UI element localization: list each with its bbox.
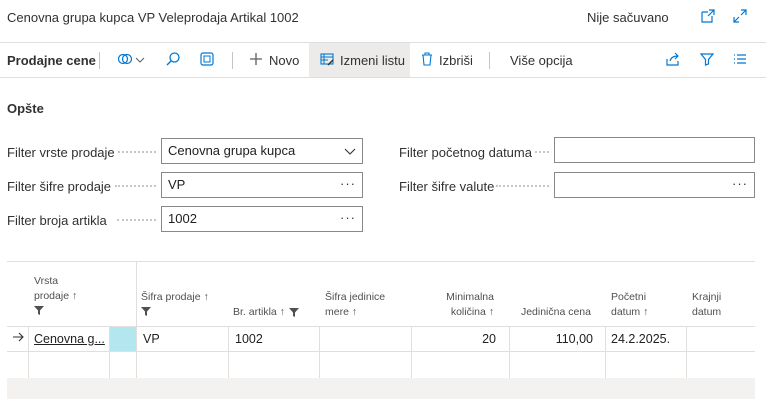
sales-type-filter-value: Cenovna grupa kupca	[168, 143, 296, 158]
more-options-button[interactable]: Više opcija	[510, 43, 573, 77]
save-status: Nije sačuvano	[587, 10, 669, 25]
cell-unit-price[interactable]: 110,00	[511, 332, 593, 346]
filter-icon	[141, 307, 151, 316]
lookup-ellipsis-icon[interactable]: ···	[732, 176, 748, 191]
share-button[interactable]	[665, 43, 681, 77]
new-label: Novo	[269, 52, 300, 68]
cell-start-date[interactable]: 24.2.2025.	[611, 332, 670, 346]
filter-icon	[699, 51, 715, 70]
column-header-sales-code[interactable]: Šifra prodaje ↑	[141, 290, 209, 316]
sales-code-filter-value: VP	[168, 177, 186, 192]
cell-sales-type[interactable]: Cenovna g...	[34, 332, 105, 346]
item-no-filter-field[interactable]: 1002 ···	[161, 206, 363, 232]
dots-leader	[117, 219, 156, 221]
filter-icon	[288, 308, 299, 317]
column-header-item-no[interactable]: Br. artikla ↑	[233, 305, 299, 320]
table-icon	[199, 51, 215, 70]
column-header-unit-price[interactable]: Jedinična cena	[511, 305, 591, 320]
currency-filter-label: Filter šifre valute	[399, 179, 495, 194]
trash-icon	[420, 51, 434, 70]
item-no-filter-value: 1002	[168, 211, 197, 226]
dots-leader	[115, 185, 156, 187]
sales-prices-grid: Vrsta prodaje ↑ Šifra prodaje ↑ Br. arti…	[7, 261, 755, 399]
list-view-button[interactable]	[732, 43, 748, 77]
open-new-window-icon[interactable]	[698, 6, 718, 26]
edit-list-label: Izmeni listu	[340, 52, 406, 68]
separator	[232, 52, 233, 69]
separator	[99, 52, 100, 69]
start-date-filter-field[interactable]	[554, 137, 755, 163]
dots-leader	[496, 185, 549, 187]
page-title: Cenovna grupa kupca VP Veleprodaja Artik…	[7, 10, 299, 25]
new-button[interactable]: Novo	[248, 43, 299, 77]
edit-list-icon	[319, 51, 335, 70]
delete-button[interactable]: Izbriši	[420, 43, 473, 77]
edit-in-excel-button[interactable]	[199, 43, 215, 77]
start-date-filter-label: Filter početnog datuma	[399, 145, 532, 160]
row-arrow-icon	[12, 331, 24, 346]
filter-button[interactable]	[699, 43, 715, 77]
section-title: Opšte	[7, 101, 44, 116]
sales-code-filter-label: Filter šifre prodaje	[7, 179, 112, 194]
column-header-uom[interactable]: Šifra jedinice mere ↑	[325, 290, 385, 320]
table-row[interactable]	[7, 352, 755, 378]
chevron-down-icon	[344, 142, 356, 160]
title-bar: Cenovna grupa kupca VP Veleprodaja Artik…	[0, 0, 766, 34]
column-header-end-date[interactable]: Krajnji datum	[692, 290, 721, 320]
list-icon	[732, 51, 748, 70]
page-name: Prodajne cene	[7, 52, 96, 68]
views-icon	[117, 51, 133, 70]
search-icon	[165, 51, 181, 70]
delete-label: Izbriši	[439, 52, 473, 68]
search-button[interactable]	[165, 43, 181, 77]
views-menu-button[interactable]	[117, 43, 145, 77]
lookup-ellipsis-icon[interactable]: ···	[340, 210, 356, 225]
sales-type-filter-label: Filter vrste prodaje	[7, 145, 115, 160]
action-bar: Prodajne cene Novo Izmeni listu Izbriši …	[0, 42, 766, 78]
dots-leader	[535, 151, 549, 153]
plus-icon	[248, 51, 264, 70]
expand-icon[interactable]	[730, 6, 750, 26]
grid-footer	[7, 378, 755, 399]
dots-leader	[118, 151, 156, 153]
cell-sales-code[interactable]: VP	[143, 332, 160, 346]
column-header-sales-type[interactable]: Vrsta prodaje ↑	[34, 274, 77, 315]
cell-item-no[interactable]: 1002	[235, 332, 263, 346]
sales-type-filter-select[interactable]: Cenovna grupa kupca	[161, 138, 363, 164]
item-no-filter-label: Filter broja artikla	[7, 213, 107, 228]
chevron-down-icon	[135, 53, 145, 68]
cell-min-qty[interactable]: 20	[427, 332, 496, 346]
currency-filter-field[interactable]: ···	[554, 172, 755, 198]
column-header-start-date[interactable]: Početni datum ↑	[611, 290, 648, 320]
lookup-ellipsis-icon[interactable]: ···	[340, 176, 356, 191]
column-header-min-qty[interactable]: Minimalna količina ↑	[427, 290, 494, 320]
filter-icon	[34, 306, 44, 315]
selected-cell-highlight	[110, 327, 136, 351]
edit-list-button[interactable]: Izmeni listu	[309, 43, 410, 77]
sales-code-filter-field[interactable]: VP ···	[161, 172, 363, 198]
share-icon	[665, 51, 681, 70]
separator	[489, 52, 490, 69]
